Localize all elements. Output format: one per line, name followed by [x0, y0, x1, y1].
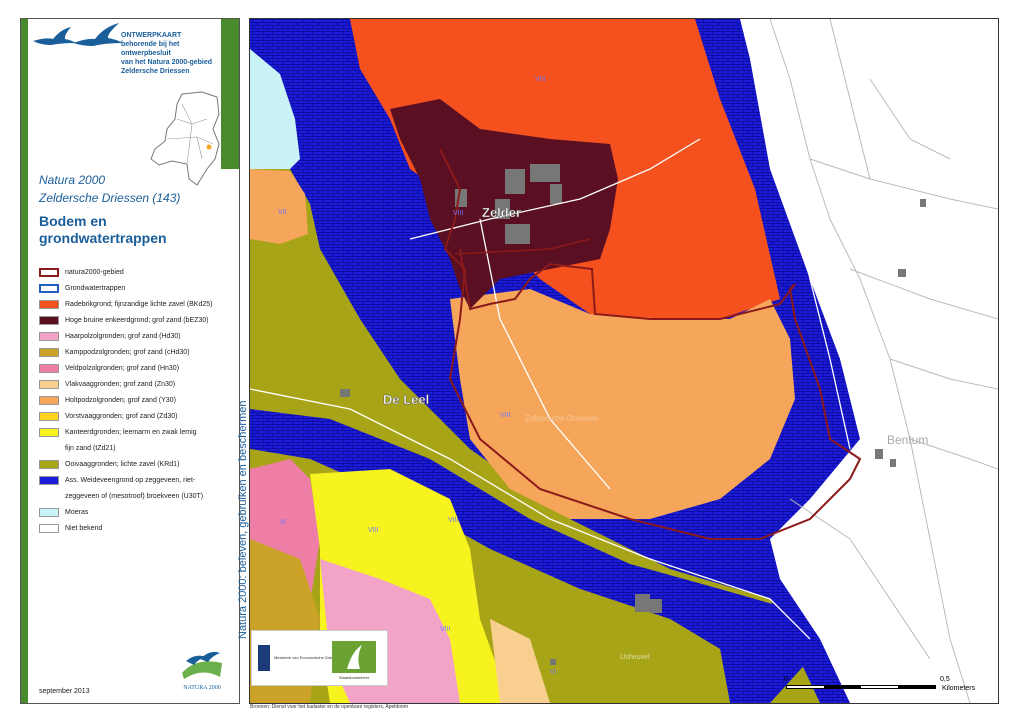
gwt-label: VIII	[448, 517, 459, 524]
gwt-label: VI	[550, 669, 557, 676]
scale-bar-graphic	[786, 685, 936, 689]
legend-label: Radebrikgrond; fijnzandige lichte zavel …	[65, 301, 213, 308]
legend-item: Ass. Weideveengrond op zeggeveen, riet-	[39, 476, 219, 492]
legend-label: Ass. Weideveengrond op zeggeveen, riet-	[65, 477, 196, 484]
legend-item-continued: zeggeveen of (mesotroof) broekveen (U30T…	[39, 492, 219, 508]
sbb-logo-text: Staatsbosbeheer	[339, 675, 370, 680]
place-label-de-leel: De Leel	[383, 392, 429, 407]
legend-label: Holtpodzolgronden; grof zand (Y30)	[65, 397, 176, 404]
legend-label: Moeras	[65, 509, 89, 516]
map-heading: Bodem en grondwatertrappen	[39, 213, 209, 247]
legend-swatch	[39, 284, 59, 293]
legend-swatch	[39, 396, 59, 405]
legend-swatch	[39, 316, 59, 325]
gwt-label: VIII	[453, 210, 464, 217]
legend-label: Vorstvaaggronden; grof zand (Zd30)	[65, 413, 178, 420]
legend-swatch	[39, 364, 59, 373]
ontwerpkaart-label: ONTWERPKAART	[121, 32, 182, 39]
map-canvas: VIII VII VIII VIII III VIII VIII VIII VI…	[250, 19, 998, 703]
legend-item: Niet bekend	[39, 524, 219, 540]
soil-map[interactable]: VIII VII VIII VIII III VIII VIII VIII VI…	[249, 18, 999, 704]
legend-label: Haarpolzolgronden; grof zand (Hd30)	[65, 333, 181, 340]
legend-item-continued: fijn zand (tZd21)	[39, 444, 219, 460]
legend-swatch	[39, 428, 59, 437]
legend-label: Kanteerdgronden; leemarm en zwak lemig	[65, 429, 197, 436]
legend-item: Radebrikgrond; fijnzandige lichte zavel …	[39, 300, 219, 316]
scale-bar: 0 0,5 Kilometers	[782, 676, 992, 696]
legend-label: Kamppodzolgronden; grof zand (cHd30)	[65, 349, 190, 356]
area-name: Zeldersche Driessen (143)	[39, 191, 181, 205]
legend-label: Grondwatertrappen	[65, 285, 126, 292]
legend-swatch	[39, 508, 59, 517]
legend-label: Niet bekend	[65, 525, 103, 532]
legend-label: Hoge bruine enkeerdgrond; grof zand (bEZ…	[65, 317, 209, 324]
scale-zero: 0	[784, 676, 788, 683]
gwt-label: VIII	[368, 527, 379, 534]
legend-item: Vlakvaaggronden; grof zand (Zn30)	[39, 380, 219, 396]
legend-item: Hoge bruine enkeerdgrond; grof zand (bEZ…	[39, 316, 219, 332]
source-note: Bronnen: Dienst voor het kadaster en de …	[250, 704, 409, 710]
partner-logos-icon: Ministerie van Economische Zaken Staatsb…	[258, 641, 376, 680]
place-label-zelder: Zelder	[482, 205, 521, 220]
place-label-ijsheuvel: IJsheuvel	[620, 654, 650, 661]
legend: natura2000-gebied Grondwatertrappen Radebr…	[39, 268, 219, 540]
legend-label: Vlakvaaggronden; grof zand (Zn30)	[65, 381, 176, 388]
area-title: Natura 2000 Zeldersche Driessen (143)	[39, 171, 180, 207]
green-border	[21, 19, 28, 703]
legend-swatch	[39, 412, 59, 421]
gwt-label: VIII	[535, 76, 546, 83]
legend-label: Ooivaaggronden; lichte zavel (KRd1)	[65, 461, 180, 468]
birds-logo-icon	[33, 23, 123, 46]
legend-label: natura2000-gebied	[65, 269, 124, 276]
legend-swatch	[39, 460, 59, 469]
subtitle-line-1: behorende bij het ontwerpbesluit	[121, 41, 180, 57]
place-label-bentum: Bentum	[887, 433, 928, 447]
legend-item: Haarpolzolgronden; grof zand (Hd30)	[39, 332, 219, 348]
scale-half: 0,5	[940, 676, 950, 683]
vertical-title: Natura 2000: beleven, gebruiken en besch…	[237, 400, 249, 640]
legend-item: Vorstvaaggronden; grof zand (Zd30)	[39, 412, 219, 428]
legend-item: Kanteerdgronden; leemarm en zwak lemig	[39, 428, 219, 444]
gwt-label: VIII	[500, 412, 511, 419]
gwt-label: VII	[278, 209, 287, 216]
rijk-logo-text: Ministerie van Economische Zaken	[274, 655, 336, 660]
legend-swatch	[39, 332, 59, 341]
scale-unit: Kilometers	[942, 685, 976, 692]
legend-label: fijn zand (tZd21)	[65, 445, 116, 452]
gwt-label: VIII	[440, 626, 451, 633]
legend-label: Veldpolzolgronden; grof zand (Hn30)	[65, 365, 180, 372]
legend-item: Veldpolzolgronden; grof zand (Hn30)	[39, 364, 219, 380]
heading-line-2: grondwatertrappen	[39, 230, 167, 246]
legend-panel: Natura 2000: beleven, gebruiken en besch…	[20, 18, 249, 704]
legend-swatch	[39, 524, 59, 533]
subtitle-line-2: van het Natura 2000-gebied	[121, 59, 213, 66]
legend-swatch	[39, 348, 59, 357]
legend-swatch	[39, 268, 59, 277]
legend-item: Holtpodzolgronden; grof zand (Y30)	[39, 396, 219, 412]
subtitle-line-3: Zeldersche Driessen	[121, 68, 190, 75]
program-name: Natura 2000	[39, 173, 106, 187]
title-block: ONTWERPKAART behorende bij het ontwerpbe…	[121, 31, 231, 76]
area-label: Zeldersche Driessen	[525, 414, 598, 423]
legend-item: Moeras	[39, 508, 219, 524]
legend-swatch	[39, 300, 59, 309]
date-label: september 2013	[39, 688, 90, 695]
legend-label: zeggeveen of (mesotroof) broekveen (U30T…	[65, 493, 204, 500]
partner-logos: Ministerie van Economische Zaken Staatsb…	[251, 630, 388, 686]
legend-item: natura2000-gebied	[39, 268, 219, 284]
heading-line-1: Bodem en	[39, 213, 107, 229]
legend-swatch	[39, 380, 59, 389]
natura2000-logo-text: NATURA 2000	[183, 685, 221, 691]
legend-swatch	[39, 476, 59, 485]
legend-item: Ooivaaggronden; lichte zavel (KRd1)	[39, 460, 219, 476]
legend-item: Grondwatertrappen	[39, 284, 219, 300]
gwt-label: III	[280, 519, 286, 526]
legend-item: Kamppodzolgronden; grof zand (cHd30)	[39, 348, 219, 364]
natura2000-logo-icon: NATURA 2000	[182, 651, 222, 691]
